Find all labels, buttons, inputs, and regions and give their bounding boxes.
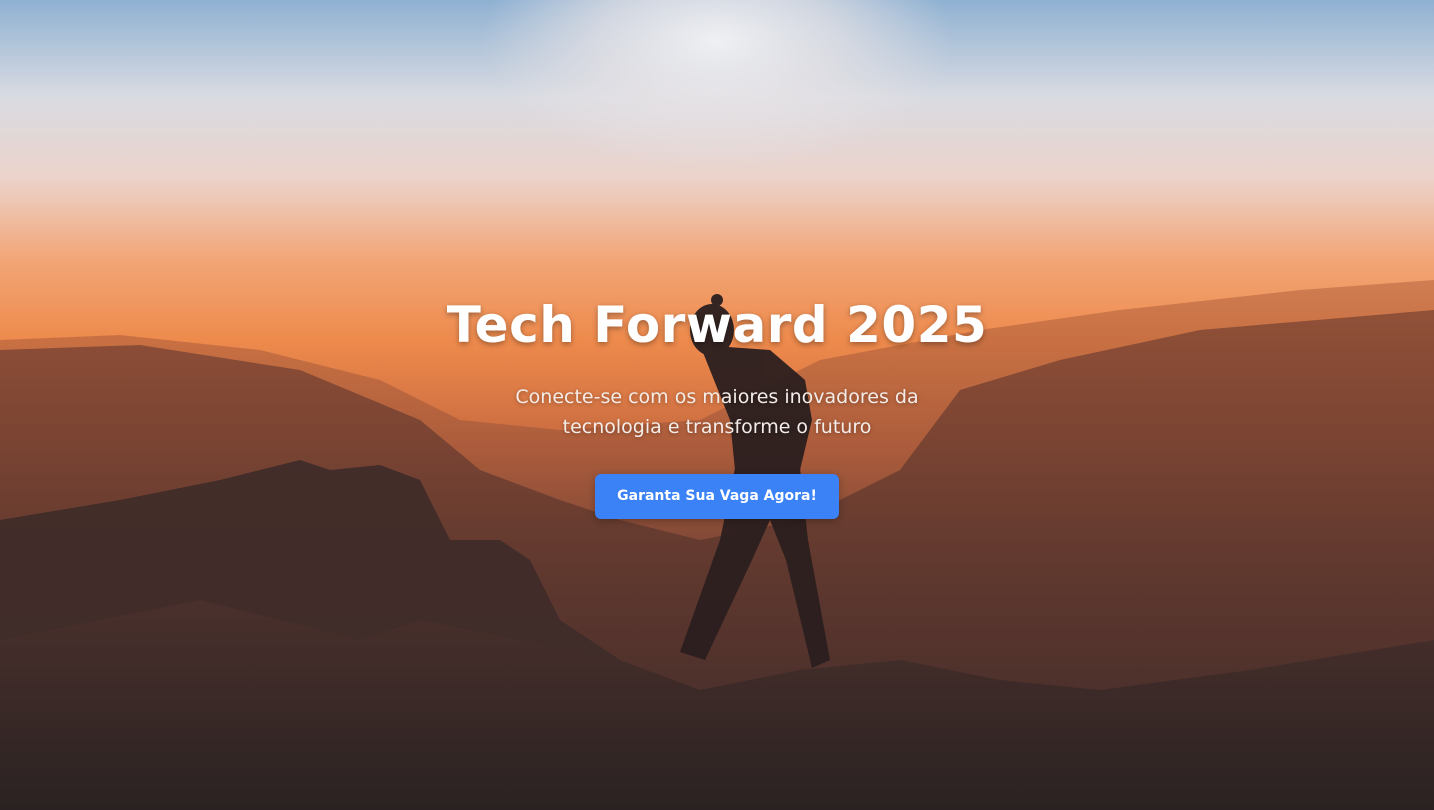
hero-subtitle: Conecte-se com os maiores inovadores da … [515, 386, 919, 438]
hero-content: Tech Forward 2025 Conecte-se com os maio… [0, 290, 1434, 519]
register-cta-button[interactable]: Garanta Sua Vaga Agora! [595, 474, 839, 519]
hero-title: Tech Forward 2025 [446, 296, 988, 354]
hero-section: Tech Forward 2025 Conecte-se com os maio… [0, 0, 1434, 810]
